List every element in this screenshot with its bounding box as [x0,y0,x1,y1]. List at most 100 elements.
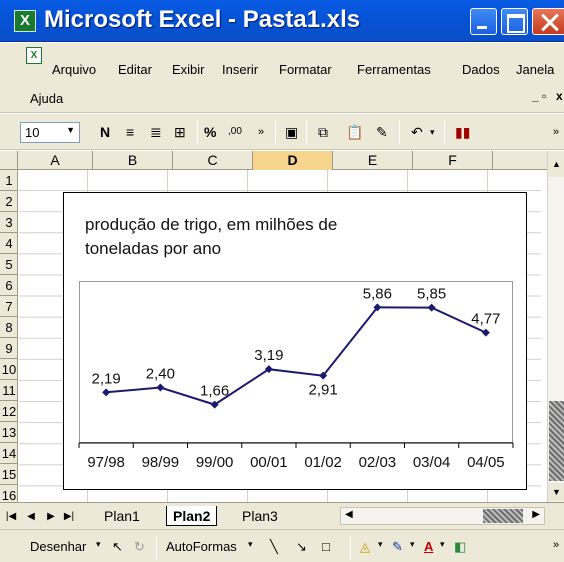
column-header-c[interactable]: C [173,151,253,170]
data-label: 3,19 [254,347,283,364]
row-header[interactable]: 2 [0,191,17,212]
row-header[interactable]: 16 [0,485,17,502]
data-label: 4,77 [471,311,500,328]
menu-formatar[interactable]: Formatar [279,62,332,77]
row-header[interactable]: 9 [0,338,17,359]
chart-wizard-icon[interactable]: ▮▮ [455,122,470,142]
increase-decimal-icon[interactable]: ,00 [228,122,242,142]
align-center-icon[interactable]: ≣ [150,122,162,142]
row-header[interactable]: 14 [0,443,17,464]
column-header-f[interactable]: F [413,151,493,170]
column-header-b[interactable]: B [93,151,173,170]
paste-icon[interactable]: 📋 [346,122,363,142]
font-color-icon[interactable]: A [424,539,433,554]
row-header[interactable]: 13 [0,422,17,443]
bold-button[interactable]: N [100,122,110,142]
copy-icon[interactable]: ⧉ [318,122,328,142]
merge-center-icon[interactable]: ⊞ [174,122,186,142]
toolbar-more-icon[interactable]: » [553,122,559,142]
autoshapes-menu-button[interactable]: AutoFormas [166,539,237,554]
rectangle-tool-icon[interactable]: □ [322,539,330,554]
column-header-e[interactable]: E [333,151,413,170]
sheet-tab-bar: |◀ ◀ ▶ ▶| Plan1 Plan2 Plan3 ◀ ▶ [0,502,564,529]
percent-icon[interactable]: % [204,122,216,142]
vertical-scroll-thumb[interactable] [549,401,564,481]
embedded-chart[interactable]: produção de trigo, em milhões de tonelad… [63,192,527,490]
chevron-down-icon: ▾ [410,539,415,549]
font-size-select[interactable]: 10 ▼ [20,122,80,143]
excel-logo-icon[interactable]: X [14,10,36,32]
data-label: 2,40 [146,365,175,382]
menu-ajuda[interactable]: Ajuda [30,91,63,106]
data-point [481,328,490,337]
draw-menu-button[interactable]: Desenhar [30,539,86,554]
toolbar-options-icon[interactable]: » [258,122,264,142]
undo-icon[interactable]: ↶ [411,122,423,142]
scroll-right-icon[interactable]: ▶ [532,509,540,520]
column-header-d[interactable]: D [253,151,333,170]
3d-shape-icon[interactable]: ◧ [454,539,466,555]
column-header-a[interactable]: A [18,151,93,170]
toolbar-more-icon[interactable]: » [553,539,559,551]
save-icon[interactable]: ▣ [285,122,298,142]
row-header[interactable]: 11 [0,380,17,401]
row-header[interactable]: 12 [0,401,17,422]
undo-dropdown-icon[interactable]: ▾ [430,122,435,142]
horizontal-scroll-thumb[interactable] [483,509,523,523]
row-header[interactable]: 3 [0,212,17,233]
select-all-corner[interactable] [0,151,18,170]
scroll-up-icon[interactable]: ▲ [548,151,564,177]
scroll-left-icon[interactable]: ◀ [345,509,353,520]
x-tick-label: 97/98 [87,454,125,471]
arrow-tool-icon[interactable]: ↘ [296,539,307,555]
row-header[interactable]: 5 [0,254,17,275]
x-tick-label: 00/01 [250,454,288,471]
row-header[interactable]: 8 [0,317,17,338]
menu-ferramentas[interactable]: Ferramentas [357,62,431,77]
prev-sheet-icon[interactable]: ◀ [24,509,38,525]
close-workbook-icon[interactable]: x [556,89,563,103]
menu-inserir[interactable]: Inserir [222,62,258,77]
maximize-button[interactable] [501,8,528,35]
row-header[interactable]: 6 [0,275,17,296]
row-header[interactable]: 1 [0,170,17,191]
next-sheet-icon[interactable]: ▶ [44,509,58,525]
menu-dados[interactable]: Dados [462,62,500,77]
align-left-icon[interactable]: ≡ [126,122,134,142]
row-header[interactable]: 4 [0,233,17,254]
row-header[interactable]: 7 [0,296,17,317]
workbook-icon[interactable]: X [26,47,42,64]
sheet-tab-plan2[interactable]: Plan2 [166,506,218,526]
row-headers: 1 2 3 4 5 6 7 8 9 10 11 12 13 14 15 16 [0,170,18,502]
sheet-tab-plan1[interactable]: Plan1 [98,506,146,526]
x-tick-label: 02/03 [359,454,397,471]
sheet-tab-plan3[interactable]: Plan3 [236,506,284,526]
select-objects-icon[interactable]: ↖ [112,539,123,555]
x-tick-label: 04/05 [467,454,505,471]
menu-exibir[interactable]: Exibir [172,62,205,77]
fill-color-icon[interactable]: ◬ [360,539,370,555]
x-tick-label: 03/04 [413,454,451,471]
data-point [102,388,111,397]
minimize-button[interactable] [470,8,497,35]
line-tool-icon[interactable]: ╲ [270,539,278,555]
vertical-scrollbar[interactable]: ▲ ▼ [547,151,564,502]
restore-workbook-icon[interactable]: _ ▫ [532,89,546,103]
menu-editar[interactable]: Editar [118,62,152,77]
line-color-icon[interactable]: ✎ [392,539,403,555]
row-header[interactable]: 15 [0,464,17,485]
scroll-down-icon[interactable]: ▼ [548,483,564,501]
horizontal-scrollbar[interactable]: ◀ ▶ [340,507,545,525]
format-painter-icon[interactable]: ✎ [376,122,388,142]
data-point [156,383,165,392]
rotate-icon[interactable]: ↻ [134,539,145,555]
first-sheet-icon[interactable]: |◀ [4,509,18,525]
close-button[interactable] [532,8,564,35]
formatting-toolbar: 10 ▼ N ≡ ≣ ⊞ % ,00 » ▣ ⧉ 📋 ✎ ↶ ▾ ▮▮ » [0,114,564,150]
last-sheet-icon[interactable]: ▶| [62,509,76,525]
menu-arquivo[interactable]: Arquivo [52,62,96,77]
menu-janela[interactable]: Janela [516,62,554,77]
row-header[interactable]: 10 [0,359,17,380]
chevron-down-icon: ▾ [96,539,101,549]
drawing-toolbar: Desenhar ▾ ↖ ↻ AutoFormas ▾ ╲ ↘ □ ◬ ▾ ✎ … [0,529,564,562]
